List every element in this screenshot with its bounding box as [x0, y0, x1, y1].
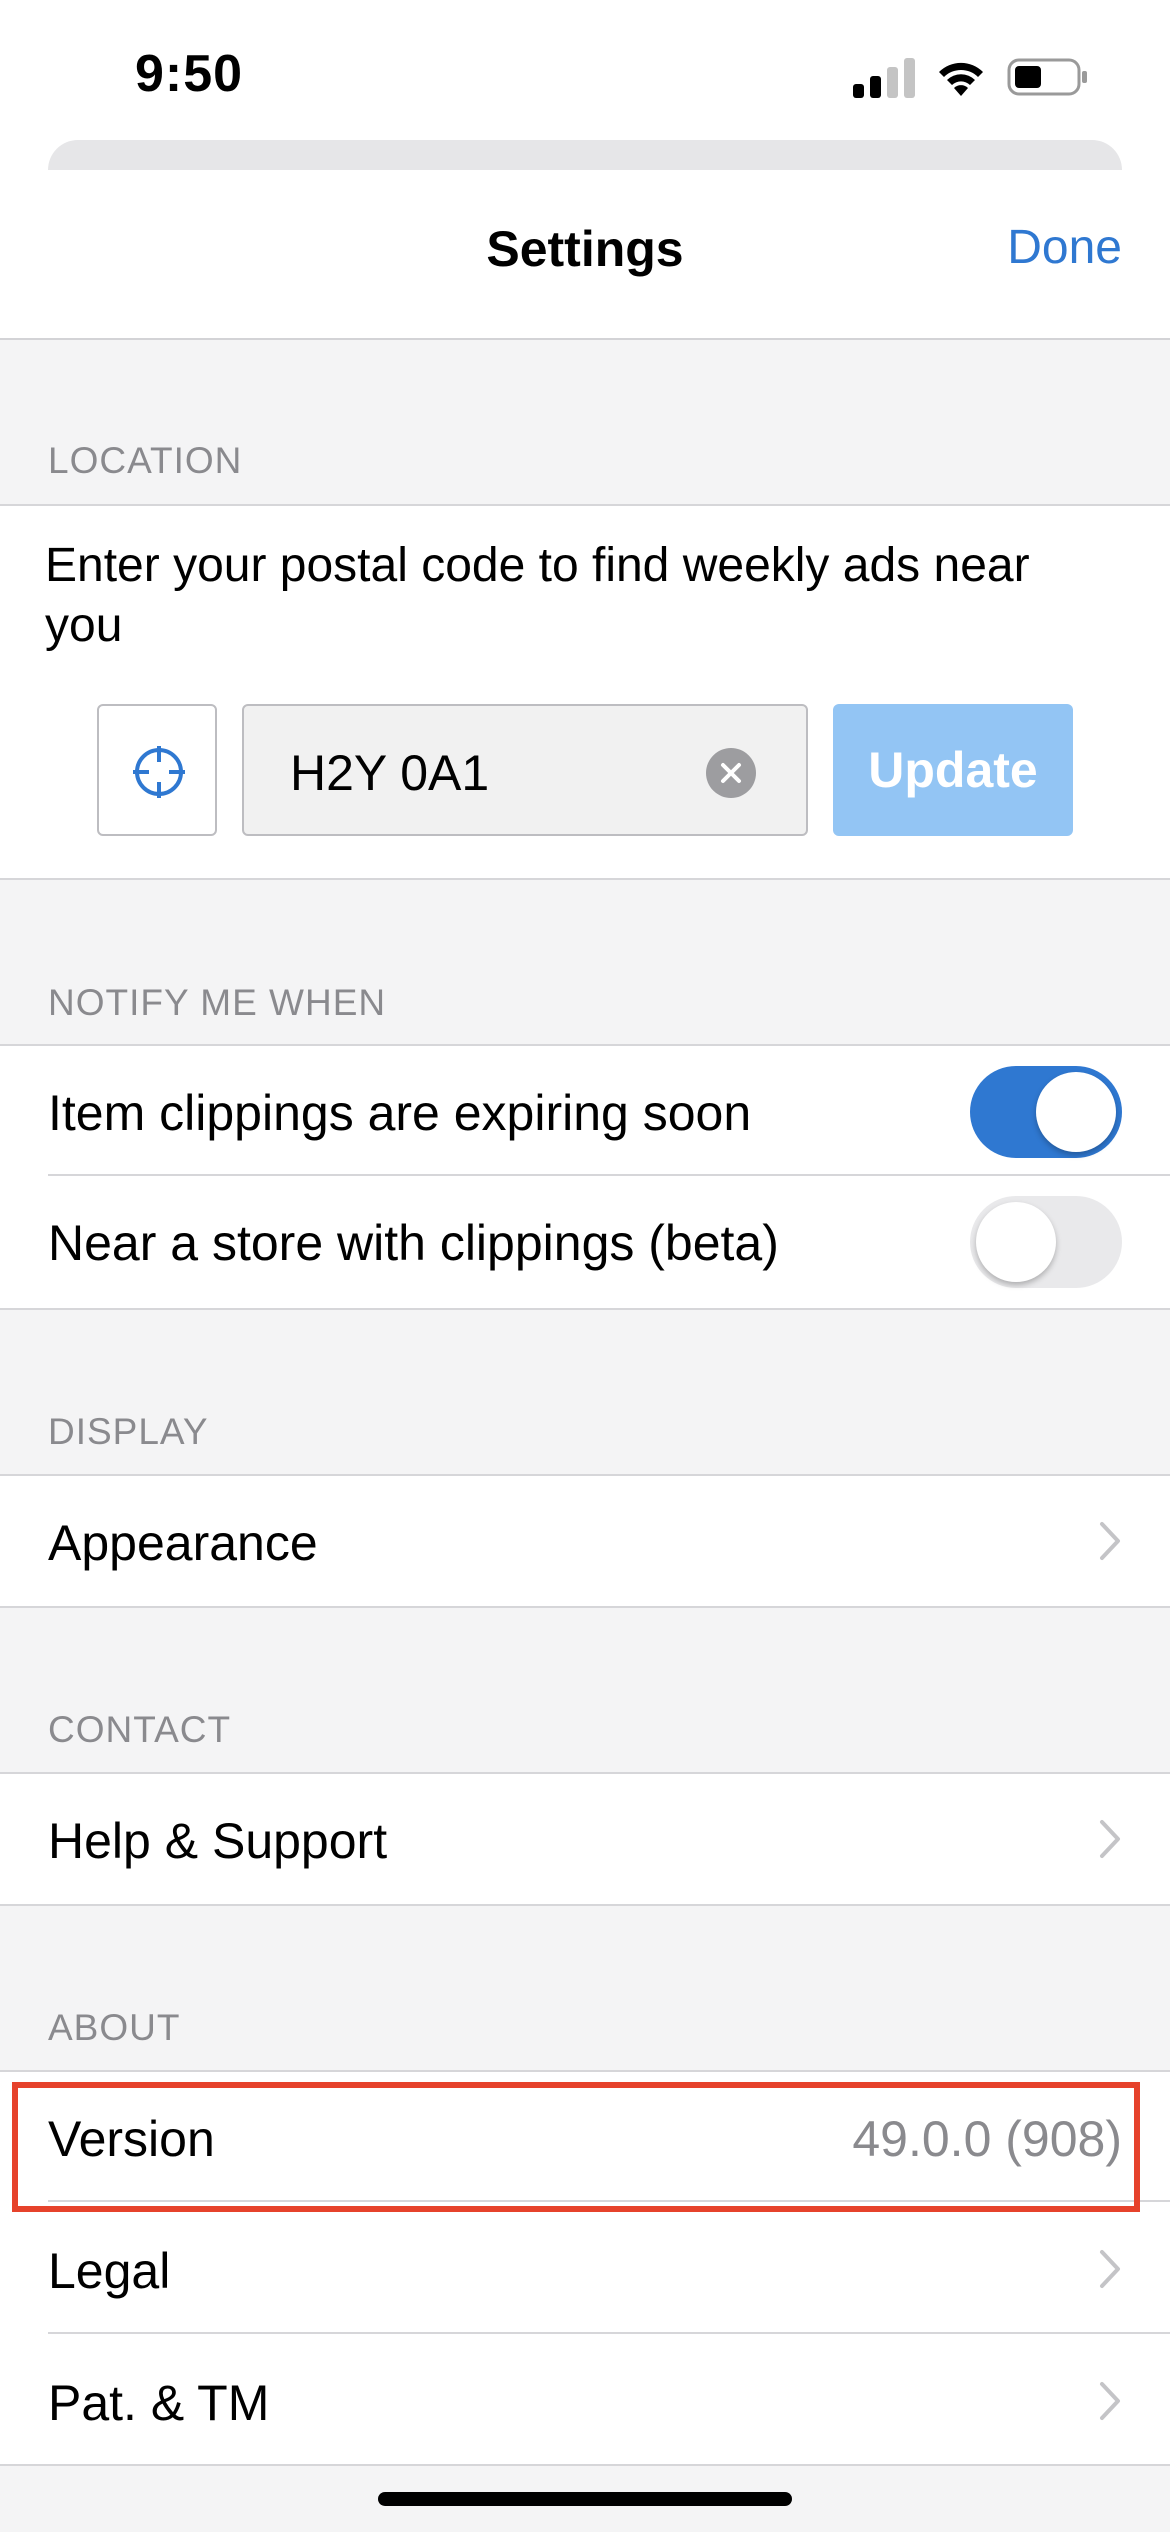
done-button[interactable]: Done [1007, 220, 1122, 275]
help-support-row[interactable]: Help & Support [0, 1774, 1170, 1904]
legal-row[interactable]: Legal [0, 2204, 1170, 2334]
chevron-right-icon [1100, 1820, 1120, 1858]
section-header-display: DISPLAY [48, 1411, 209, 1452]
chevron-right-icon [1100, 1522, 1120, 1560]
clear-icon[interactable] [706, 748, 756, 798]
update-button[interactable]: Update [833, 704, 1073, 836]
notify-group: Item clippings are expiring soon Near a … [0, 1044, 1170, 1310]
row-label: Item clippings are expiring soon [48, 1085, 752, 1141]
row-label: Near a store with clippings (beta) [48, 1215, 779, 1271]
near-store-toggle[interactable] [970, 1196, 1122, 1288]
postal-code-input[interactable]: H2Y 0A1 [242, 704, 808, 836]
section-header-location: LOCATION [48, 440, 243, 481]
section-header-contact: CONTACT [48, 1709, 232, 1750]
wifi-icon [939, 62, 983, 96]
version-highlight-box [12, 2082, 1140, 2212]
list-item-near-store: Near a store with clippings (beta) [0, 1176, 1170, 1306]
current-location-button[interactable] [97, 704, 217, 836]
section-header-about: ABOUT [48, 2007, 181, 2048]
crosshair-icon [133, 746, 185, 798]
battery-icon [1007, 58, 1087, 96]
home-indicator [378, 2492, 792, 2506]
cellular-signal-icon [853, 58, 917, 98]
chevron-right-icon [1100, 2250, 1120, 2288]
postal-code-value: H2Y 0A1 [290, 745, 490, 801]
location-description: Enter your postal code to find weekly ad… [45, 539, 1030, 652]
display-group: Appearance [0, 1474, 1170, 1608]
appearance-row[interactable]: Appearance [0, 1476, 1170, 1606]
row-label: Pat. & TM [48, 2375, 270, 2431]
list-item-expiring-clippings: Item clippings are expiring soon [0, 1046, 1170, 1176]
status-time: 9:50 [135, 45, 244, 103]
navigation-bar: Settings Done [0, 170, 1170, 340]
row-label: Appearance [48, 1515, 318, 1571]
row-label: Help & Support [48, 1813, 388, 1869]
chevron-right-icon [1100, 2382, 1120, 2420]
status-bar: 9:50 [0, 0, 1170, 150]
location-group: Enter your postal code to find weekly ad… [0, 504, 1170, 880]
row-label: Legal [48, 2243, 171, 2299]
contact-group: Help & Support [0, 1772, 1170, 1906]
pat-tm-row[interactable]: Pat. & TM [0, 2336, 1170, 2466]
page-title: Settings [486, 221, 684, 277]
expiring-clippings-toggle[interactable] [970, 1066, 1122, 1158]
section-header-notify: NOTIFY ME WHEN [48, 982, 387, 1023]
settings-screen: 9:50 Settings Done LOCATION Enter your p… [0, 0, 1170, 2532]
